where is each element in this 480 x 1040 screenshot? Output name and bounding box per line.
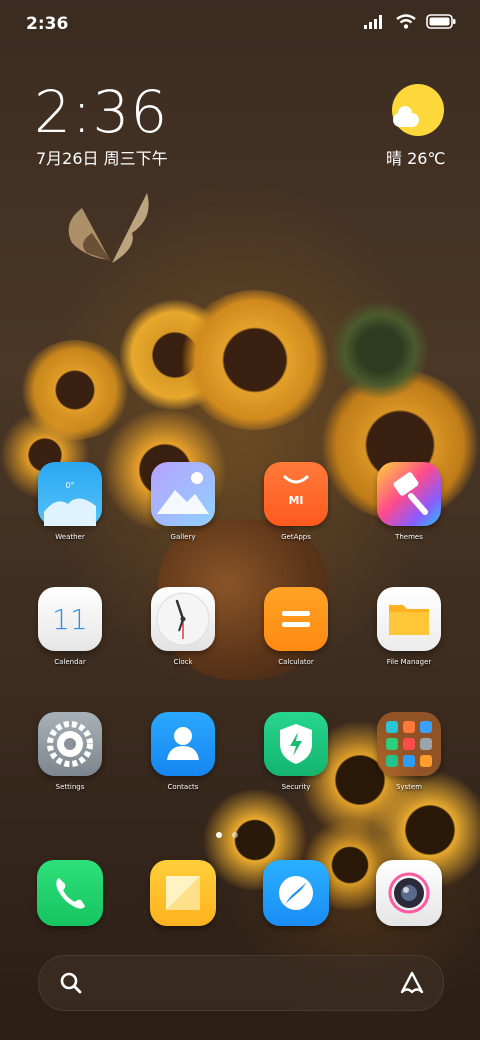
app-gallery[interactable]: Gallery — [133, 462, 233, 541]
wifi-icon — [396, 14, 416, 29]
search-bar[interactable] — [38, 955, 444, 1011]
getapps-icon: MI — [264, 462, 328, 526]
cloud-shape — [393, 106, 419, 127]
app-label: Gallery — [170, 533, 196, 541]
signal-icon — [364, 14, 382, 29]
app-weather[interactable]: 0° Weather — [20, 462, 120, 541]
page-dot[interactable] — [232, 832, 238, 838]
app-label: Weather — [55, 533, 85, 541]
app-getapps[interactable]: MI GetApps — [246, 462, 346, 541]
themes-icon — [377, 462, 441, 526]
app-calendar[interactable]: 11 Calendar — [20, 587, 120, 666]
notes-icon — [150, 860, 216, 926]
app-system-folder[interactable]: System — [359, 712, 459, 791]
calendar-icon: 11 — [38, 587, 102, 651]
page-indicator — [216, 832, 238, 838]
app-label: System — [395, 783, 423, 791]
system-folder-icon — [377, 712, 441, 776]
browser-icon — [263, 860, 329, 926]
camera-icon — [376, 860, 442, 926]
app-label: File Manager — [386, 658, 432, 666]
butterfly-icon — [68, 193, 149, 263]
getapps-icon-text: MI — [288, 494, 303, 507]
weather-icon: 0° — [38, 462, 102, 526]
dock-browser[interactable] — [246, 860, 346, 926]
gallery-icon — [151, 462, 215, 526]
file-manager-icon — [377, 587, 441, 651]
clock-widget-date: 7月26日 周三下午 — [36, 149, 168, 168]
calculator-icon — [264, 587, 328, 651]
app-settings[interactable]: Settings — [20, 712, 120, 791]
battery-icon — [426, 14, 456, 29]
app-label: Calendar — [54, 658, 86, 666]
app-label: Contacts — [167, 783, 199, 791]
app-calculator[interactable]: Calculator — [246, 587, 346, 666]
app-label: Themes — [395, 533, 423, 541]
status-time: 2:36 — [26, 14, 69, 34]
status-icons — [364, 14, 456, 29]
calendar-day: 11 — [52, 602, 88, 636]
clock-widget-time[interactable]: 2:36 — [34, 78, 168, 146]
app-label: Settings — [55, 783, 85, 791]
app-file-manager[interactable]: File Manager — [359, 587, 459, 666]
app-clock[interactable]: Clock — [133, 587, 233, 666]
weather-icon-text: 0° — [65, 481, 74, 490]
weather-widget-text[interactable]: 晴 26℃ — [386, 145, 445, 169]
page-dot-active[interactable] — [216, 832, 222, 838]
app-label: Clock — [173, 658, 193, 666]
app-security[interactable]: Security — [246, 712, 346, 791]
security-icon — [264, 712, 328, 776]
clock-icon — [151, 587, 215, 651]
contacts-icon — [151, 712, 215, 776]
settings-icon — [38, 712, 102, 776]
assistant-icon[interactable] — [399, 970, 425, 996]
app-contacts[interactable]: Contacts — [133, 712, 233, 791]
dock-phone[interactable] — [20, 860, 120, 926]
app-label: GetApps — [281, 533, 311, 541]
app-label: Calculator — [278, 658, 314, 666]
dock-camera[interactable] — [359, 860, 459, 926]
app-label: Security — [281, 783, 311, 791]
dock-notes[interactable] — [133, 860, 233, 926]
search-icon[interactable] — [59, 971, 83, 995]
phone-icon — [37, 860, 103, 926]
app-themes[interactable]: Themes — [359, 462, 459, 541]
